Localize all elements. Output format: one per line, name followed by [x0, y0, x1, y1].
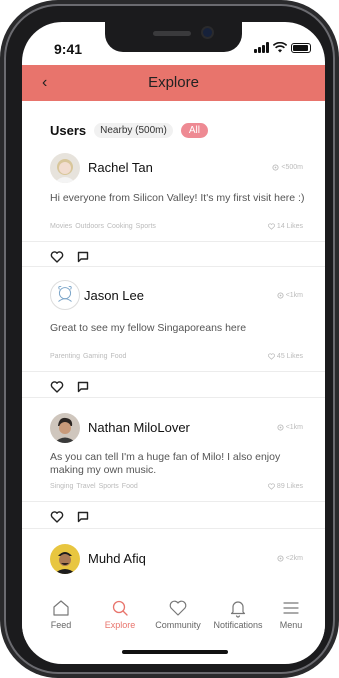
tag: Sports [98, 483, 119, 490]
status-time: 9:41 [54, 41, 83, 57]
location-icon [277, 292, 284, 299]
home-indicator[interactable] [122, 650, 228, 654]
tab-label: Menu [279, 620, 303, 630]
location-icon [277, 424, 284, 431]
distance-badge: <500m [272, 164, 303, 171]
avatar[interactable] [50, 153, 80, 183]
filter-all-chip[interactable]: All [180, 123, 208, 138]
screen: 9:41 ‹ Explore Users Nearby (500m) All R… [22, 22, 325, 664]
likes-count: 14 Likes [267, 223, 303, 230]
mute-switch [1, 96, 4, 116]
tab-label: Community [155, 620, 201, 630]
tag: Singing [50, 483, 74, 490]
likes-count: 45 Likes [267, 353, 303, 360]
tab-explore[interactable]: Explore [89, 590, 151, 640]
menu-icon [283, 602, 299, 614]
distance-value: <1km [285, 424, 303, 431]
user-name[interactable]: Rachel Tan [88, 160, 153, 175]
tag: Movies [50, 223, 73, 230]
filter-nearby-chip[interactable]: Nearby (500m) [94, 123, 173, 138]
volume-down-button [1, 182, 4, 220]
page-title: Explore [148, 74, 199, 91]
location-icon [277, 555, 284, 562]
tag: Cooking [106, 223, 133, 230]
post-text: As you can tell I'm a huge fan of Milo! … [50, 451, 281, 476]
comment-icon[interactable] [76, 510, 90, 524]
tag: Sports [135, 223, 156, 230]
distance-value: <1km [285, 292, 303, 299]
heart-small-icon [267, 483, 275, 490]
post-actions [50, 380, 90, 394]
avatar[interactable] [50, 280, 80, 310]
tab-bar: Feed Explore Community Notifications Men… [22, 590, 325, 640]
tab-label: Explore [104, 620, 136, 630]
interest-tags: Singing Travel Sports Food [50, 483, 138, 490]
post-text: Great to see my fellow Singaporeans here [50, 322, 247, 334]
divider [22, 397, 325, 398]
likes-count: 89 Likes [267, 483, 303, 490]
tab-label: Notifications [213, 620, 263, 630]
likes-value: 89 Likes [276, 483, 303, 490]
heart-small-icon [267, 353, 275, 360]
signal-icon [254, 42, 269, 53]
comment-icon[interactable] [76, 380, 90, 394]
divider [22, 528, 325, 529]
tab-menu[interactable]: Menu [266, 590, 316, 640]
user-filters: Users Nearby (500m) All [50, 123, 208, 138]
avatar[interactable] [50, 413, 80, 443]
tag: Travel [76, 483, 96, 490]
likes-value: 14 Likes [276, 223, 303, 230]
user-name[interactable]: Muhd Afiq [88, 551, 146, 566]
tag: Gaming [82, 353, 108, 360]
divider [22, 501, 325, 502]
like-icon[interactable] [50, 510, 64, 524]
tag: Food [121, 483, 138, 490]
likes-value: 45 Likes [276, 353, 303, 360]
divider [22, 371, 325, 372]
battery-icon [291, 42, 311, 53]
tab-feed[interactable]: Feed [30, 590, 92, 640]
divider [22, 241, 325, 242]
volume-up-button [1, 134, 4, 172]
distance-badge: <1km [277, 424, 303, 431]
tag: Outdoors [75, 223, 104, 230]
tag: Food [110, 353, 127, 360]
post-actions [50, 510, 90, 524]
heart-icon [169, 600, 187, 616]
notch [105, 22, 242, 52]
distance-value: <500m [281, 164, 303, 171]
search-icon [112, 600, 128, 616]
user-name[interactable]: Jason Lee [84, 288, 144, 303]
post-text: Hi everyone from Silicon Valley! It's my… [50, 192, 305, 204]
home-icon [53, 600, 69, 616]
comment-icon[interactable] [76, 250, 90, 264]
avatar[interactable] [50, 544, 80, 574]
phone-frame: 9:41 ‹ Explore Users Nearby (500m) All R… [1, 4, 338, 674]
speaker [153, 31, 191, 36]
camera [203, 28, 212, 37]
tab-community[interactable]: Community [147, 590, 209, 640]
bell-icon [230, 601, 246, 618]
like-icon[interactable] [50, 250, 64, 264]
distance-badge: <2km [277, 555, 303, 562]
interest-tags: Parenting Gaming Food [50, 353, 126, 360]
user-name[interactable]: Nathan MiloLover [88, 420, 190, 435]
interest-tags: Movies Outdoors Cooking Sports [50, 223, 156, 230]
distance-badge: <1km [277, 292, 303, 299]
tab-label: Feed [50, 620, 72, 630]
filters-label: Users [50, 123, 87, 138]
tab-notifications[interactable]: Notifications [206, 590, 270, 640]
heart-small-icon [267, 223, 275, 230]
tag: Parenting [50, 353, 80, 360]
location-icon [272, 164, 279, 171]
distance-value: <2km [285, 555, 303, 562]
post-actions [50, 250, 90, 264]
power-button [335, 154, 338, 214]
app-header: ‹ Explore [22, 65, 325, 101]
wifi-icon [273, 42, 287, 53]
status-icons [254, 42, 311, 53]
divider [22, 266, 325, 267]
like-icon[interactable] [50, 380, 64, 394]
